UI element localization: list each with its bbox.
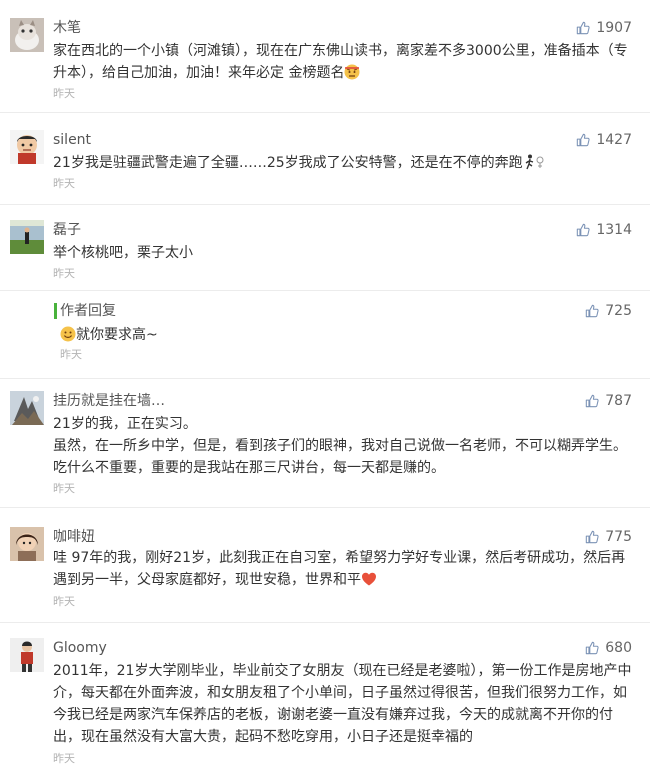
- like-button[interactable]: 1907: [576, 18, 632, 38]
- thumbs-up-icon: [577, 223, 590, 237]
- comment-author[interactable]: silent: [53, 130, 91, 150]
- avatar[interactable]: [10, 130, 44, 164]
- like-button[interactable]: 787: [585, 391, 632, 411]
- like-count: 680: [605, 640, 632, 656]
- comment-text: 举个核桃吧，栗子太小: [53, 245, 193, 261]
- like-count: 1314: [596, 222, 632, 238]
- comment-time: 昨天: [60, 348, 82, 361]
- like-count: 787: [605, 393, 632, 409]
- like-button[interactable]: 1427: [576, 130, 632, 150]
- like-button[interactable]: 725: [585, 301, 632, 321]
- comment-author[interactable]: 挂历就是挂在墙…: [53, 391, 165, 411]
- like-count: 1427: [596, 132, 632, 148]
- comment-time: 昨天: [53, 595, 75, 608]
- thumbs-up-icon: [577, 21, 590, 35]
- like-count: 1907: [596, 20, 632, 36]
- like-count: 775: [605, 529, 632, 545]
- author-reply-label: 作者回复: [60, 303, 116, 319]
- comment-text: 哇 97年的我，刚好21岁，此刻我正在自习室，希望努力学好专业课，然后考研成功，…: [53, 547, 636, 594]
- avatar[interactable]: [10, 638, 44, 672]
- comment-time: 昨天: [53, 267, 75, 280]
- comment-text: 21岁的我，正在实习。 虽然，在一所乡中学，但是，看到孩子们的眼神，我对自己说做…: [53, 416, 627, 476]
- avatar[interactable]: [10, 391, 44, 425]
- author-reply-marker: [54, 303, 57, 319]
- thumbs-up-icon: [586, 641, 599, 655]
- running-woman-emoji: [523, 154, 545, 177]
- divider: [0, 204, 650, 205]
- comment-time: 昨天: [53, 87, 75, 100]
- thumbs-up-icon: [577, 133, 590, 147]
- divider: [0, 112, 650, 113]
- smile-face-emoji: [60, 326, 76, 349]
- comment-text: 就你要求高~: [60, 324, 636, 349]
- avatar[interactable]: [10, 527, 44, 561]
- heart-emoji: [361, 571, 377, 594]
- divider: [0, 290, 650, 291]
- divider: [0, 507, 650, 508]
- thumbs-up-icon: [586, 530, 599, 544]
- comment-author[interactable]: 咖啡妞: [53, 527, 95, 547]
- like-count: 725: [605, 303, 632, 319]
- determined-face-emoji: [344, 64, 360, 87]
- like-button[interactable]: 680: [585, 638, 632, 658]
- comment-time: 昨天: [53, 482, 75, 495]
- avatar[interactable]: [10, 220, 44, 254]
- comment-time: 昨天: [53, 177, 75, 190]
- comment-author[interactable]: 磊子: [53, 220, 81, 240]
- comment-text: 2011年，21岁大学刚毕业，毕业前交了女朋友（现在已经是老婆啦），第一份工作是…: [53, 663, 632, 745]
- comment-text: 21岁我是驻疆武警走遍了全疆……25岁我成了公安特警，还是在不停的奔跑: [53, 152, 636, 177]
- comment-time: 昨天: [53, 752, 75, 765]
- divider: [0, 622, 650, 623]
- thumbs-up-icon: [586, 394, 599, 408]
- avatar[interactable]: [10, 18, 44, 52]
- comment-author[interactable]: Gloomy: [53, 638, 107, 658]
- divider: [0, 378, 650, 379]
- like-button[interactable]: 1314: [576, 220, 632, 240]
- comment-text: 家在西北的一个小镇（河滩镇），现在在广东佛山读书，离家差不多3000公里，准备插…: [53, 40, 636, 87]
- thumbs-up-icon: [586, 304, 599, 318]
- comment-author[interactable]: 木笔: [53, 18, 81, 38]
- like-button[interactable]: 775: [585, 527, 632, 547]
